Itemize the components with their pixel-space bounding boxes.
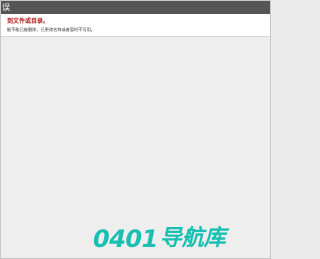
- error-description: 能不能已被删除，已更改名称或者暂时不可用。: [7, 27, 95, 32]
- error-message-box: 到文件或目录。 能不能已被删除，已更改名称或者暂时不可用。: [1, 14, 270, 37]
- page-title: 误: [2, 3, 10, 12]
- page-header: 误: [1, 1, 270, 14]
- error-heading: 到文件或目录。: [7, 18, 50, 25]
- watermark-digits: 0401: [93, 225, 158, 253]
- error-page: 误 到文件或目录。 能不能已被删除，已更改名称或者暂时不可用。 0401 导航库: [0, 0, 271, 259]
- site-watermark: 0401 导航库: [93, 225, 226, 253]
- watermark-text: 导航库: [159, 226, 226, 251]
